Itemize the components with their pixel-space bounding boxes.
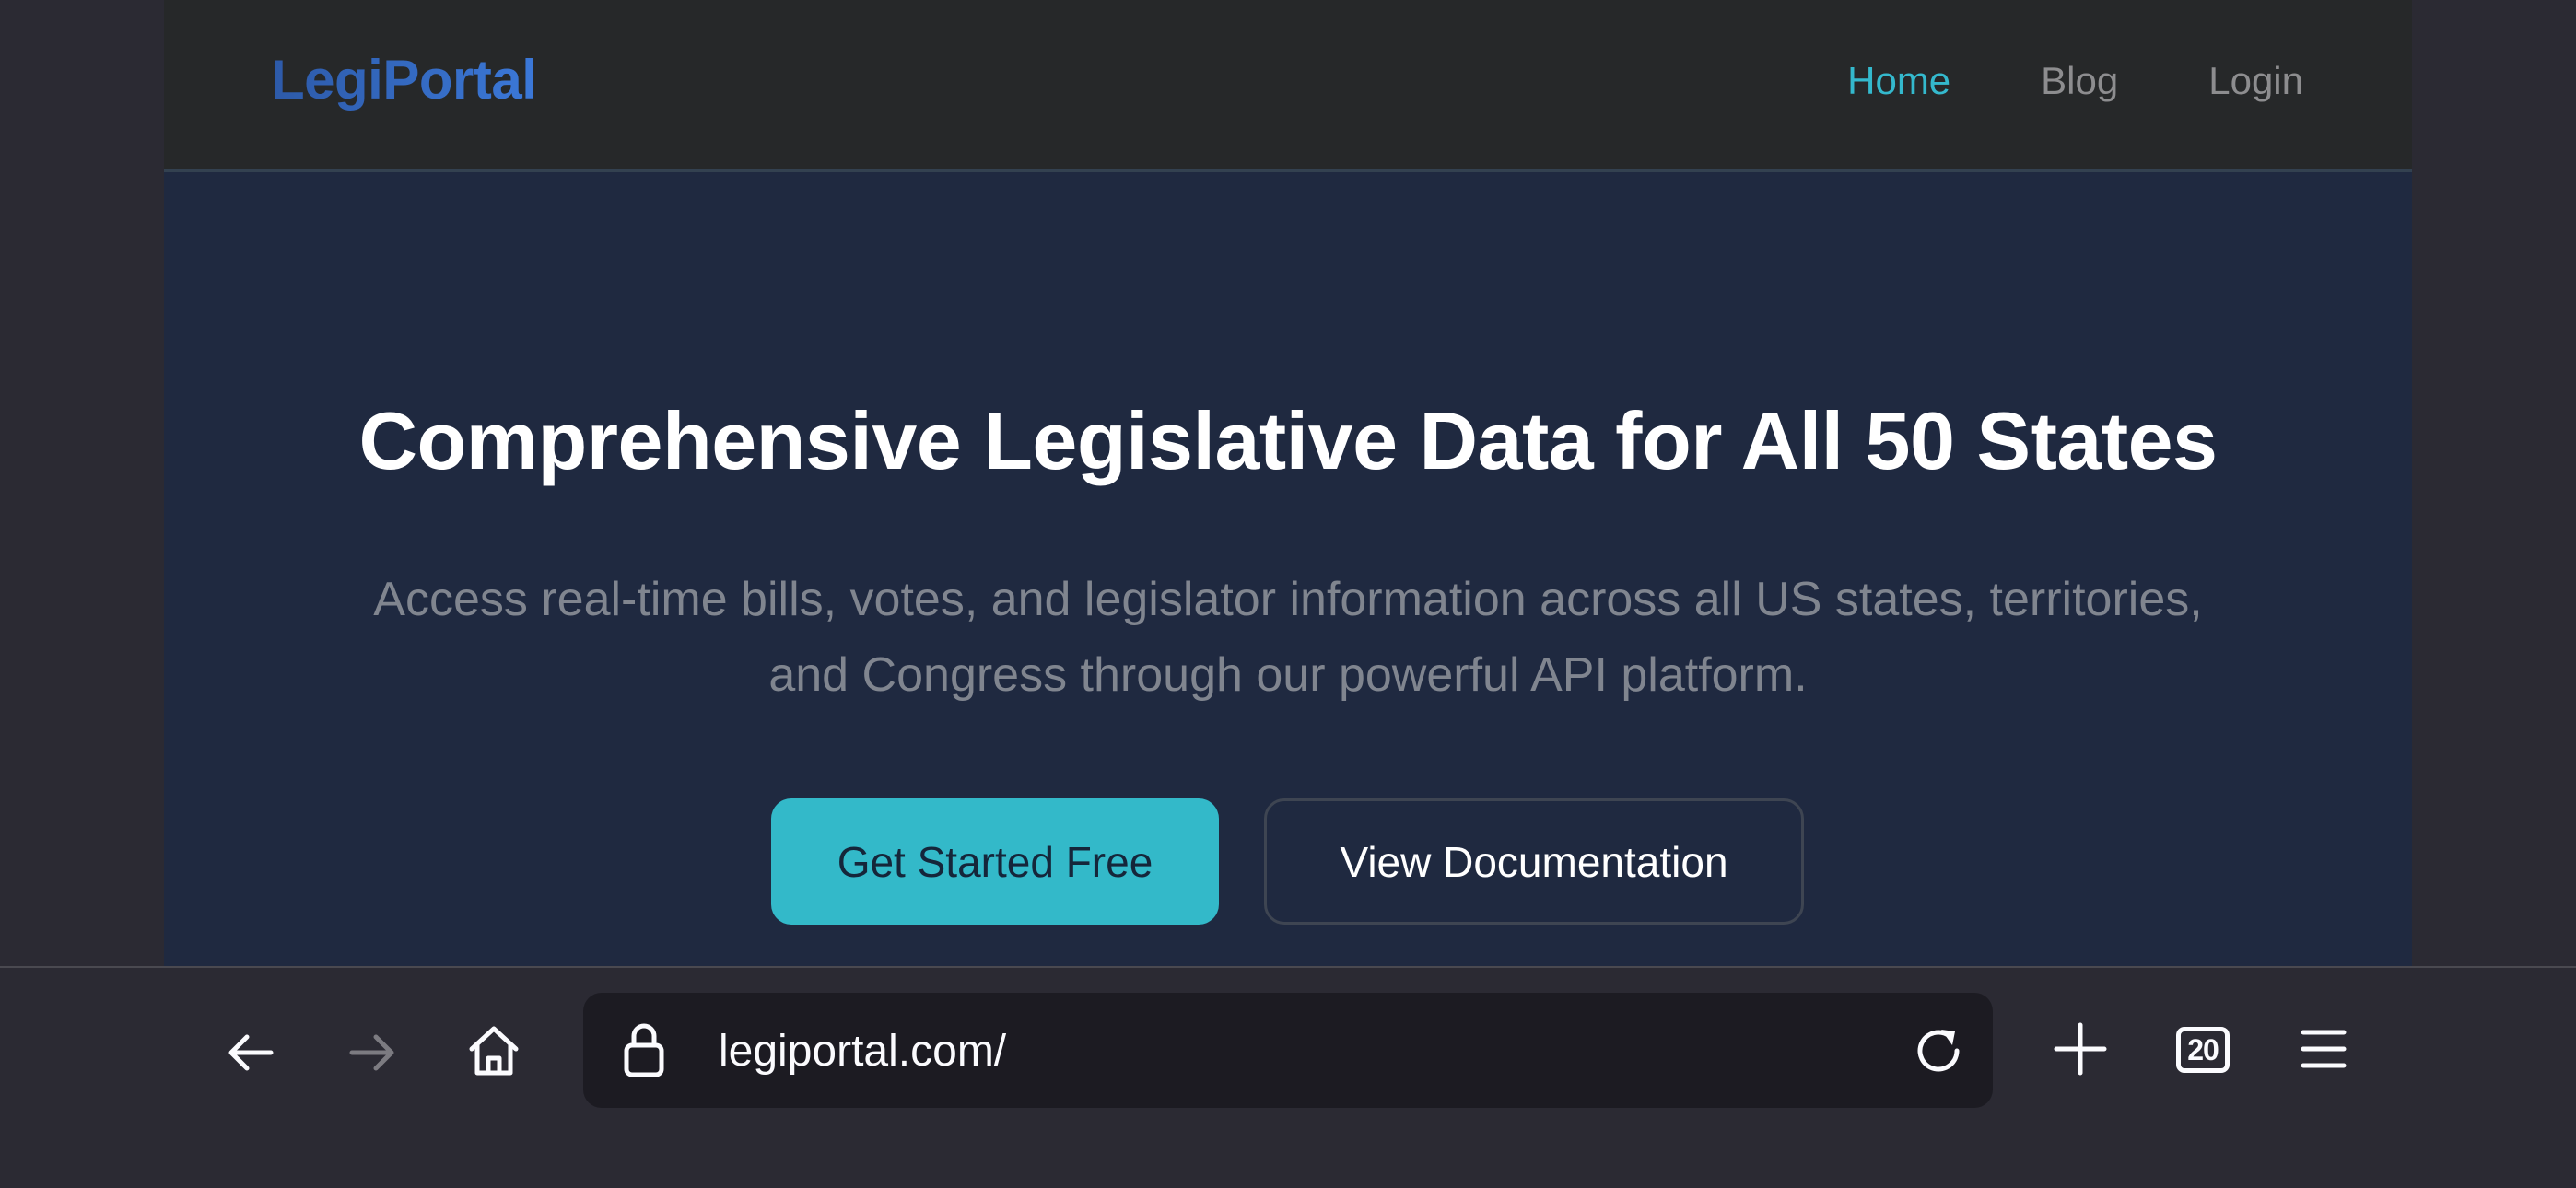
hero-subtitle-line-1: Access real-time bills, votes, and legis… [373, 573, 2203, 626]
url-text[interactable]: legiportal.com/ [719, 1026, 1006, 1077]
nav-link-blog[interactable]: Blog [2041, 59, 2118, 103]
hero-subtitle: Access real-time bills, votes, and legis… [275, 562, 2301, 713]
back-icon[interactable] [217, 1019, 284, 1086]
hero-title: Comprehensive Legislative Data for All 5… [358, 395, 2218, 486]
nav-link-login[interactable]: Login [2208, 59, 2303, 103]
site-navbar: LegiPortal Home Blog Login [164, 0, 2412, 172]
browser-viewport: LegiPortal Home Blog Login Comprehensive… [0, 0, 2576, 966]
menu-icon[interactable] [2290, 1016, 2357, 1082]
tabs-icon[interactable]: 20 [2176, 1027, 2230, 1073]
forward-icon[interactable] [339, 1019, 405, 1086]
home-icon[interactable] [461, 1018, 527, 1084]
lock-icon[interactable] [611, 1017, 677, 1083]
site-logo[interactable]: LegiPortal [271, 48, 537, 111]
url-bar[interactable]: legiportal.com/ [583, 993, 1993, 1108]
view-documentation-button[interactable]: View Documentation [1264, 798, 1804, 925]
browser-toolbar: legiportal.com/ 20 [0, 966, 2576, 1188]
nav-link-home[interactable]: Home [1847, 59, 1950, 103]
get-started-button[interactable]: Get Started Free [771, 798, 1219, 925]
web-page: LegiPortal Home Blog Login Comprehensive… [164, 0, 2412, 966]
new-tab-icon[interactable] [2047, 1016, 2113, 1082]
reload-icon[interactable] [1906, 1019, 1971, 1083]
hero-subtitle-line-2: and Congress through our powerful API pl… [768, 648, 1808, 702]
nav-links: Home Blog Login [1847, 59, 2303, 103]
